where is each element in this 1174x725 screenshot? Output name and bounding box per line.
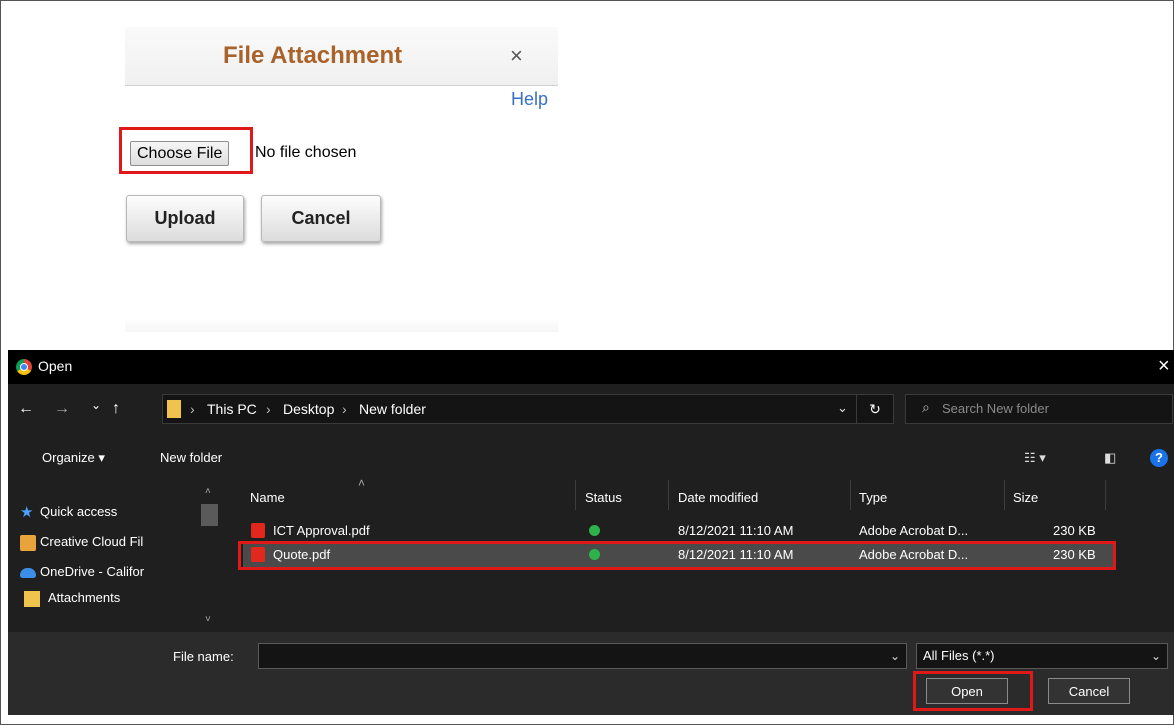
cancel-button[interactable]: Cancel <box>261 195 381 242</box>
chrome-icon <box>16 359 32 375</box>
dialog-cancel-button[interactable]: Cancel <box>1048 678 1130 704</box>
column-separator <box>575 480 576 510</box>
chevron-down-icon[interactable]: ⌄ <box>890 649 900 663</box>
search-placeholder: Search New folder <box>942 401 1049 416</box>
upload-button[interactable]: Upload <box>126 195 244 242</box>
highlight-open-button <box>913 671 1033 711</box>
onedrive-icon <box>20 568 36 578</box>
command-bar: Organize ▾ New folder ☷ ▾ ◧ ? <box>8 436 1174 480</box>
column-header-name[interactable]: Name <box>250 490 285 505</box>
file-attachment-header: File Attachment × <box>125 27 558 86</box>
dialog-footer: File name: ⌄ All Files (*.*) ⌄ Open Canc… <box>8 632 1174 715</box>
recent-locations-icon[interactable]: ⌄ <box>91 398 101 412</box>
help-link[interactable]: Help <box>511 89 548 110</box>
file-date: 8/12/2021 11:10 AM <box>678 523 794 538</box>
up-arrow-icon[interactable]: ↑ <box>112 400 120 418</box>
column-separator <box>1004 480 1005 510</box>
column-header-size[interactable]: Size <box>1013 490 1038 505</box>
star-icon: ★ <box>20 504 34 521</box>
column-header-date[interactable]: Date modified <box>678 490 758 505</box>
creative-cloud-icon <box>20 535 36 551</box>
scroll-up-icon[interactable]: ˄ <box>205 486 211 497</box>
navigation-scrollbar[interactable]: ˄ ˅ <box>201 484 221 628</box>
dialog-title: Open <box>38 358 73 374</box>
sidebar-item-label: Quick access <box>40 504 118 519</box>
preview-pane-icon[interactable]: ◧ <box>1104 450 1116 466</box>
breadcrumb-this-pc[interactable]: This PC <box>207 401 257 417</box>
help-icon[interactable]: ? <box>1150 449 1168 467</box>
breadcrumb-separator: › <box>266 401 271 417</box>
pdf-icon <box>251 523 265 538</box>
file-type-value: All Files (*.*) <box>923 648 995 663</box>
highlight-quote-row <box>238 541 1116 570</box>
column-separator <box>668 480 669 510</box>
column-separator <box>1105 480 1106 510</box>
breadcrumb-separator: › <box>342 401 347 417</box>
file-name-field[interactable] <box>258 643 907 669</box>
breadcrumb-new-folder[interactable]: New folder <box>359 401 426 417</box>
dialog-titlebar: Open × <box>8 350 1174 384</box>
column-separator <box>850 480 851 510</box>
folder-icon <box>167 400 181 418</box>
breadcrumb-separator: › <box>190 401 195 417</box>
sort-ascending-icon: ˄ <box>358 476 366 490</box>
file-list: ˄ Name Status Date modified Type Size IC… <box>223 476 1174 632</box>
file-name-label: File name: <box>173 649 234 664</box>
chevron-down-icon[interactable]: ⌄ <box>837 400 848 416</box>
file-type-select[interactable]: All Files (*.*) ⌄ <box>916 643 1168 669</box>
sidebar-item-label: Attachments <box>48 590 121 605</box>
address-row: ← → ⌄ ↑ › This PC › Desktop › New folder… <box>8 384 1174 436</box>
address-bar[interactable]: › This PC › Desktop › New folder ⌄ <box>162 394 890 424</box>
dialog-bottom-shadow <box>125 318 558 332</box>
sidebar-item-label: OneDrive - Califor <box>40 564 145 579</box>
file-size: 230 KB <box>1053 523 1096 538</box>
sidebar-item-label: Creative Cloud Fil <box>40 534 144 549</box>
new-folder-button[interactable]: New folder <box>160 450 222 465</box>
file-type: Adobe Acrobat D... <box>859 523 969 538</box>
search-input[interactable]: ⌕ Search New folder <box>905 394 1173 424</box>
chevron-down-icon: ⌄ <box>1150 649 1161 663</box>
column-header-type[interactable]: Type <box>859 490 887 505</box>
dialog-close-icon[interactable]: × <box>1158 355 1170 378</box>
close-icon[interactable]: × <box>510 43 523 69</box>
no-file-chosen-text: No file chosen <box>255 144 357 161</box>
open-file-dialog: Open × ← → ⌄ ↑ › This PC › Desktop › New… <box>8 350 1174 715</box>
organize-menu[interactable]: Organize ▾ <box>42 450 105 466</box>
column-header-status[interactable]: Status <box>585 490 622 505</box>
refresh-icon[interactable]: ↻ <box>856 394 894 424</box>
back-arrow-icon[interactable]: ← <box>18 400 34 418</box>
forward-arrow-icon[interactable]: → <box>54 400 70 418</box>
navigation-pane: ★ Quick access Creative Cloud Fil OneDri… <box>8 480 223 632</box>
breadcrumb-desktop[interactable]: Desktop <box>283 401 334 417</box>
folder-icon <box>24 591 40 607</box>
scroll-down-icon[interactable]: ˅ <box>205 614 211 625</box>
sync-status-icon <box>589 525 600 536</box>
file-name: ICT Approval.pdf <box>273 523 370 538</box>
scrollbar-thumb[interactable] <box>201 504 218 526</box>
file-attachment-title: File Attachment <box>223 42 403 69</box>
search-icon: ⌕ <box>922 399 930 415</box>
view-options-icon[interactable]: ☷ ▾ <box>1024 450 1046 466</box>
highlight-choose-file <box>119 127 253 174</box>
file-row-ict-approval[interactable]: ICT Approval.pdf 8/12/2021 11:10 AM Adob… <box>243 519 1113 543</box>
